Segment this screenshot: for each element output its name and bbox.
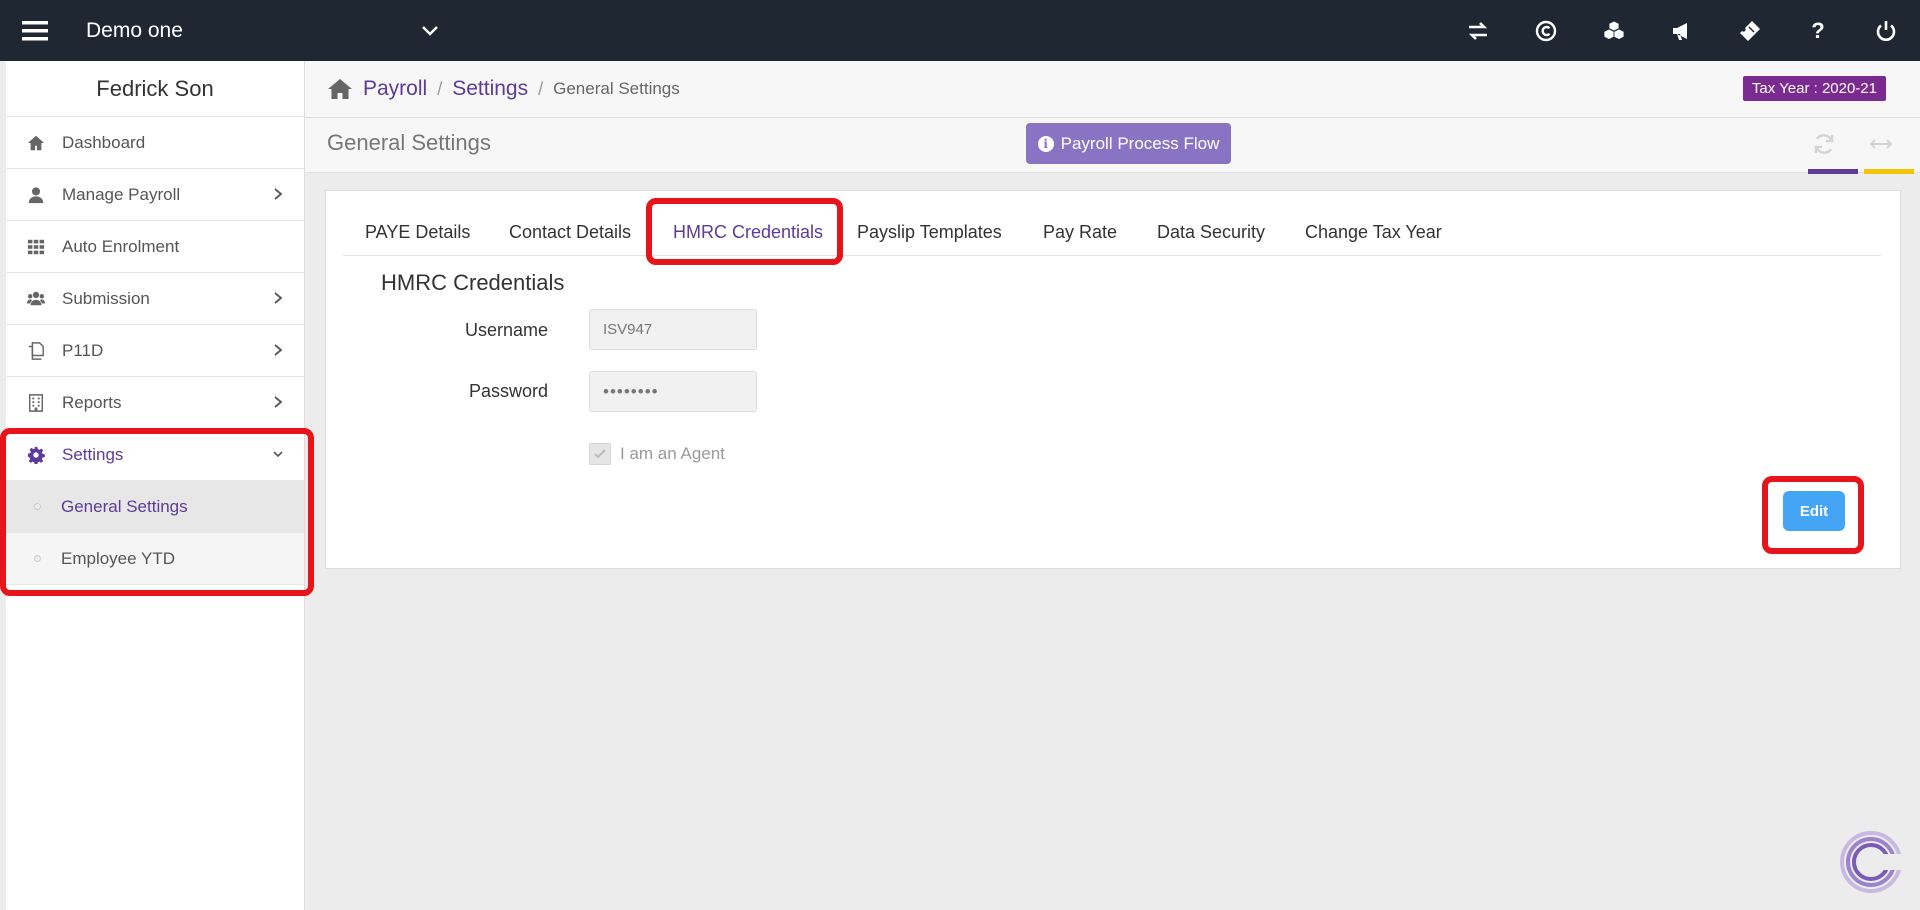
chevron-right-icon [274, 344, 283, 356]
app-logo-icon[interactable] [1839, 830, 1903, 894]
agent-checkbox[interactable] [589, 443, 611, 465]
sidebar-item-label: Reports [62, 392, 122, 412]
settings-tabs: PAYE Details Contact Details HMRC Creden… [343, 209, 1881, 256]
password-field[interactable] [589, 371, 757, 412]
sidebar-subitem-label: Employee YTD [61, 548, 176, 568]
chevron-right-icon [274, 396, 283, 408]
sidebar: Fedrick Son Dashboard Manage Payroll Aut… [6, 61, 305, 910]
chevron-right-icon [274, 188, 283, 200]
tab-change-tax-year[interactable]: Change Tax Year [1305, 209, 1442, 255]
gear-icon [26, 445, 46, 465]
company-selector[interactable]: Demo one [70, 19, 415, 43]
grid-icon [26, 237, 46, 257]
sidebar-subitem-label: General Settings [61, 496, 188, 516]
password-label: Password [468, 381, 548, 401]
refresh-icon[interactable] [1812, 132, 1836, 156]
edit-button[interactable]: Edit [1783, 491, 1845, 531]
page-header: General Settings i Payroll Process Flow [305, 118, 1920, 174]
payroll-process-flow-button[interactable]: i Payroll Process Flow [1026, 123, 1231, 164]
sidebar-item-label: P11D [62, 340, 104, 360]
breadcrumb-separator: / [538, 78, 544, 99]
sidebar-item-label: Manage Payroll [62, 184, 181, 204]
tab-hmrc-credentials[interactable]: HMRC Credentials [673, 209, 823, 255]
sidebar-item-p11d[interactable]: P11D [6, 325, 304, 377]
username-field[interactable] [589, 309, 757, 350]
expand-underline [1864, 169, 1914, 174]
payroll-process-flow-label: Payroll Process Flow [1060, 133, 1220, 153]
tree-dot [34, 555, 41, 562]
agent-checkbox-label: I am an Agent [620, 444, 725, 463]
username-label: Username [464, 320, 548, 340]
sidebar-item-label: Submission [62, 288, 150, 308]
check-icon [594, 449, 606, 459]
breadcrumb-current: General Settings [553, 79, 680, 98]
agent-checkbox-row: I am an Agent [589, 443, 725, 465]
section-title: HMRC Credentials [381, 270, 565, 295]
menu-icon[interactable] [0, 0, 70, 61]
sidebar-item-label: Dashboard [62, 132, 146, 152]
home-icon[interactable] [327, 78, 353, 100]
home-icon [26, 133, 46, 153]
help-icon[interactable]: ? [1784, 0, 1852, 61]
megaphone-icon[interactable] [1648, 0, 1716, 61]
boxes-icon[interactable] [1580, 0, 1648, 61]
tab-contact-details[interactable]: Contact Details [509, 209, 631, 255]
sidebar-item-manage-payroll[interactable]: Manage Payroll [6, 169, 304, 221]
page-title: General Settings [327, 130, 491, 155]
sidebar-item-submission[interactable]: Submission [6, 273, 304, 325]
info-icon: i [1037, 135, 1054, 152]
copy-icon [26, 341, 46, 361]
expand-horizontal-icon[interactable] [1869, 132, 1893, 156]
settings-panel: PAYE Details Contact Details HMRC Creden… [325, 190, 1901, 569]
copyright-icon[interactable] [1512, 0, 1580, 61]
tax-year-badge[interactable]: Tax Year : 2020-21 [1742, 76, 1886, 101]
tab-pay-rate[interactable]: Pay Rate [1043, 209, 1117, 255]
tab-payslip-templates[interactable]: Payslip Templates [857, 209, 1002, 255]
user-name: Fedrick Son [6, 61, 304, 117]
sidebar-item-dashboard[interactable]: Dashboard [6, 117, 304, 169]
sidebar-item-auto-enrolment[interactable]: Auto Enrolment [6, 221, 304, 273]
sidebar-subitem-general-settings[interactable]: General Settings [6, 481, 304, 533]
sidebar-subitem-employee-ytd[interactable]: Employee YTD [6, 533, 304, 585]
sidebar-item-label: Settings [62, 444, 124, 464]
power-icon[interactable] [1852, 0, 1920, 61]
breadcrumb-payroll[interactable]: Payroll [363, 77, 427, 101]
breadcrumb-separator: / [437, 78, 443, 99]
sidebar-item-settings[interactable]: Settings [6, 429, 304, 481]
breadcrumb: Payroll / Settings / General Settings Ta… [305, 61, 1920, 118]
top-navbar: Demo one ? [0, 0, 1920, 61]
ticket-icon[interactable] [1716, 0, 1784, 61]
tree-dot [34, 503, 41, 510]
chevron-down-icon [273, 451, 283, 458]
sidebar-item-reports[interactable]: Reports [6, 377, 304, 429]
chevron-down-icon[interactable] [415, 16, 445, 46]
users-icon [26, 289, 46, 309]
user-icon [26, 185, 46, 205]
settings-inner: PAYE Details Contact Details HMRC Creden… [343, 191, 1881, 555]
chevron-right-icon [274, 292, 283, 304]
tab-paye-details[interactable]: PAYE Details [365, 209, 470, 255]
switch-icon[interactable] [1444, 0, 1512, 61]
sidebar-item-label: Auto Enrolment [62, 236, 180, 256]
refresh-underline [1808, 169, 1858, 174]
building-icon [26, 393, 46, 413]
tab-data-security[interactable]: Data Security [1157, 209, 1265, 255]
breadcrumb-settings[interactable]: Settings [452, 77, 528, 101]
